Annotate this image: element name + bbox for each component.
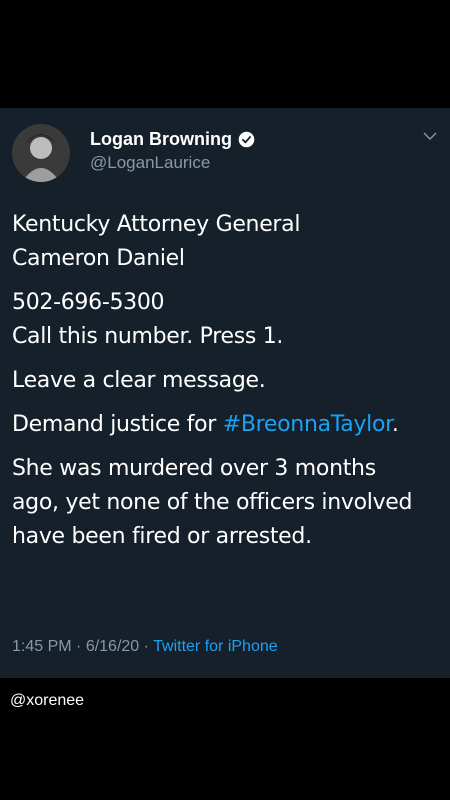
tweet-card: Logan Browning @LoganLaurice Kentucky At… (0, 108, 450, 678)
tweet-line: Call this number. Press 1. (12, 324, 284, 349)
watermark-handle: @xorenee (10, 692, 85, 709)
tweet-line: Leave a clear message. (12, 368, 266, 393)
tweet-source[interactable]: Twitter for iPhone (153, 638, 278, 655)
tweet-date[interactable]: 6/16/20 (86, 638, 139, 655)
tweet-paragraph: Kentucky Attorney General Cameron Daniel (12, 208, 442, 276)
tweet-meta: 1:45 PM · 6/16/20 · Twitter for iPhone (12, 638, 278, 656)
phone-number[interactable]: 502-696-5300 (12, 286, 442, 320)
meta-separator: · (71, 638, 86, 655)
tweet-line: ago, yet none of the officers involved (12, 490, 413, 515)
demand-line: Demand justice for #BreonnaTaylor. (12, 408, 442, 442)
tweet-paragraph: She was murdered over 3 months ago, yet … (12, 452, 442, 554)
tweet-time[interactable]: 1:45 PM (12, 638, 72, 655)
tweet-header: Logan Browning @LoganLaurice (12, 122, 438, 182)
tweet-line: Kentucky Attorney General (12, 212, 301, 237)
demand-suffix: . (391, 412, 399, 437)
demand-prefix: Demand justice for (12, 412, 223, 437)
tweet-line: She was murdered over 3 months (12, 456, 376, 481)
tweet-text: Kentucky Attorney General Cameron Daniel… (12, 208, 442, 564)
verified-badge-icon (238, 131, 255, 148)
hashtag-link[interactable]: #BreonnaTaylor (223, 412, 392, 437)
tweet-paragraph: Leave a clear message. (12, 364, 442, 398)
display-name[interactable]: Logan Browning (90, 128, 232, 150)
chevron-down-icon[interactable] (422, 128, 438, 144)
tweet-paragraph: 502-696-5300 Call this number. Press 1. (12, 286, 442, 354)
user-handle[interactable]: @LoganLaurice (90, 152, 255, 174)
tweet-line: Cameron Daniel (12, 246, 185, 271)
avatar-image (12, 124, 70, 182)
avatar[interactable] (12, 124, 70, 182)
author-names: Logan Browning @LoganLaurice (90, 128, 255, 174)
display-name-row: Logan Browning (90, 128, 255, 150)
tweet-line: have been fired or arrested. (12, 524, 312, 549)
tweet-paragraph: Demand justice for #BreonnaTaylor. (12, 408, 442, 442)
meta-separator: · (139, 638, 154, 655)
